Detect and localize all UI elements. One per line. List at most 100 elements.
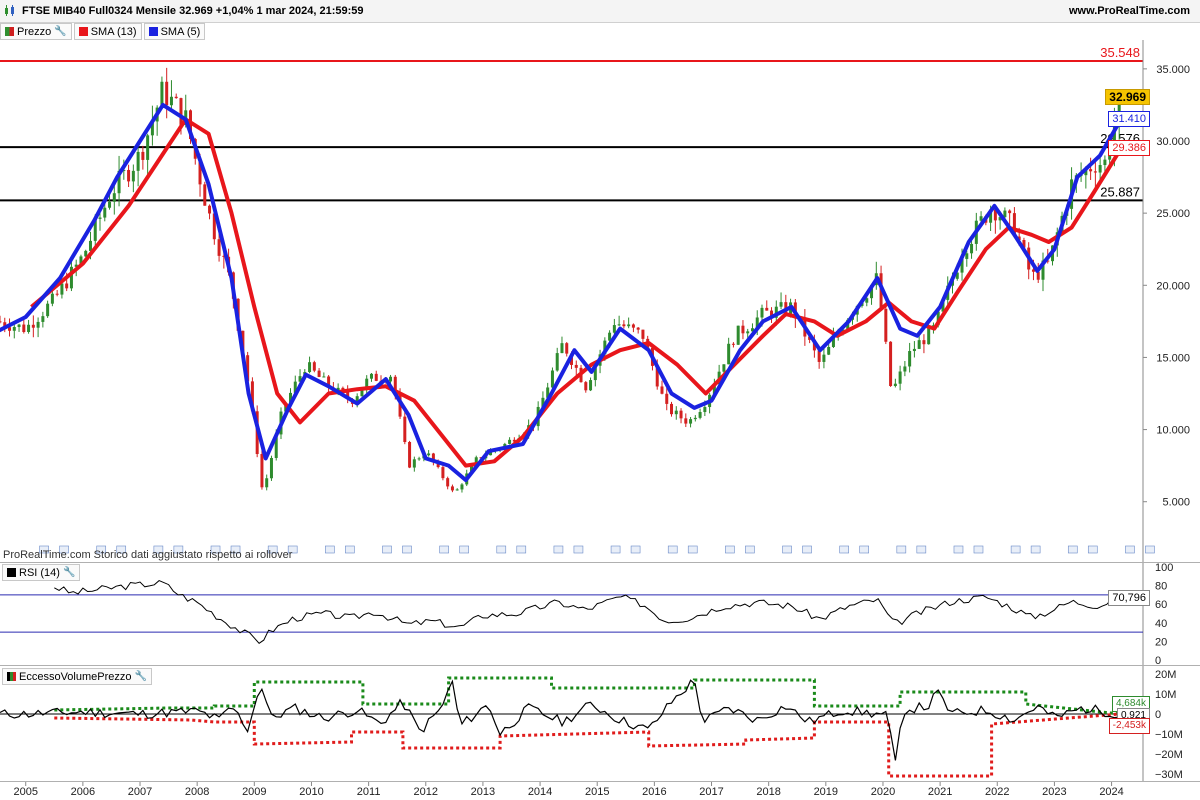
candle-body: [393, 376, 397, 396]
candle-body: [1036, 271, 1040, 280]
candle-body: [722, 364, 726, 372]
site-link[interactable]: www.ProRealTime.com: [1069, 5, 1190, 17]
candle-body: [941, 299, 945, 312]
candle-body: [827, 346, 831, 355]
candle-body: [560, 343, 564, 354]
legend-prezzo[interactable]: Prezzo 🔧: [0, 23, 72, 40]
candle-body: [1074, 175, 1078, 180]
chart-area[interactable]: 35.54829.57625.887 35.00030.00025.00020.…: [0, 0, 1200, 800]
sma5-line: [0, 102, 1122, 483]
event-marker-icon: [496, 545, 507, 554]
candle-body: [131, 170, 135, 182]
candle-body: [1017, 236, 1021, 241]
rsi-tick-label: 20: [1155, 636, 1167, 648]
candle-body: [3, 322, 7, 328]
candle-body: [436, 462, 440, 468]
event-marker-icon: [1087, 545, 1098, 554]
candle-body: [789, 302, 793, 314]
candle-body: [741, 325, 745, 334]
candle-body: [374, 373, 378, 381]
candle-body: [389, 376, 393, 382]
x-tick-label: 2008: [185, 786, 209, 798]
candle-body: [989, 209, 993, 223]
candle-body: [693, 417, 697, 420]
candle-body: [550, 370, 554, 388]
candle-body: [717, 371, 721, 385]
event-marker-icon: [1125, 545, 1135, 554]
candle-body: [417, 458, 421, 460]
candle-body: [246, 355, 250, 382]
candle-body: [303, 372, 307, 377]
candle-body: [350, 399, 354, 404]
candle-body: [517, 438, 521, 442]
candle-body: [255, 411, 259, 455]
candle-body: [831, 337, 835, 347]
event-marker-icon: [859, 545, 869, 554]
candle-body: [612, 325, 616, 333]
candle-body: [784, 302, 788, 314]
candle-body: [408, 442, 412, 468]
event-marker-icon: [725, 545, 735, 554]
candle-body: [1060, 215, 1064, 233]
event-marker-icon: [439, 545, 449, 554]
wrench-icon[interactable]: 🔧: [63, 567, 75, 578]
candle-body: [984, 216, 988, 223]
candle-body: [103, 207, 107, 218]
candle-body: [88, 240, 92, 251]
candle-body: [441, 467, 445, 479]
y-tick-label: 35.000: [1156, 64, 1190, 76]
candle-body: [1027, 247, 1031, 270]
candle-body: [74, 264, 78, 267]
legend-sma5[interactable]: SMA (5): [143, 23, 206, 40]
candle-body: [974, 220, 978, 244]
candle-body: [617, 324, 621, 326]
volume-legend-label: EccessoVolumePrezzo: [19, 670, 132, 683]
candle-body: [836, 333, 840, 338]
candle-body: [155, 107, 159, 122]
volume-legend[interactable]: EccessoVolumePrezzo 🔧: [2, 668, 152, 685]
candle-body: [946, 285, 950, 300]
candle-body: [474, 457, 478, 466]
volume-tick-label: −30M: [1155, 769, 1183, 781]
event-marker-icon: [459, 545, 469, 554]
candle-body: [431, 453, 435, 463]
candle-body: [512, 439, 516, 442]
candle-body: [493, 449, 497, 451]
candle-body: [222, 255, 226, 257]
candle-body: [498, 448, 502, 450]
candle-body: [98, 217, 102, 219]
legend-sma13[interactable]: SMA (13): [73, 23, 142, 40]
candle-body: [584, 382, 588, 391]
candle-body: [165, 81, 169, 106]
wrench-icon[interactable]: 🔧: [54, 26, 66, 37]
candle-body: [1089, 169, 1093, 172]
x-tick-label: 2021: [928, 786, 952, 798]
candle-body: [465, 473, 469, 485]
event-marker-icon: [553, 545, 564, 554]
x-tick-label: 2020: [871, 786, 895, 798]
candle-body: [369, 373, 373, 379]
wrench-icon[interactable]: 🔧: [135, 671, 147, 682]
rsi-line: [54, 580, 1117, 644]
sma13-line: [30, 117, 1122, 468]
x-tick-label: 2018: [756, 786, 780, 798]
candle-body: [1041, 260, 1045, 280]
candle-body: [112, 193, 116, 202]
candle-body: [260, 454, 264, 488]
candle-body: [1003, 210, 1007, 218]
candle-body: [1093, 171, 1097, 173]
candle-body: [960, 258, 964, 273]
candle-body: [274, 434, 278, 458]
candle-body: [1012, 213, 1016, 237]
prorealtime-logo-icon: [5, 5, 14, 16]
event-marker-icon: [839, 545, 849, 554]
candle-body: [979, 216, 983, 221]
candle-body: [670, 403, 674, 415]
event-marker-icon: [802, 545, 812, 554]
upper-band-line: [54, 676, 1121, 716]
candle-body: [1055, 232, 1059, 246]
rsi-legend[interactable]: RSI (14) 🔧: [2, 564, 81, 581]
candle-body: [160, 81, 164, 108]
candle-body: [817, 350, 821, 362]
candle-body: [1022, 240, 1026, 248]
